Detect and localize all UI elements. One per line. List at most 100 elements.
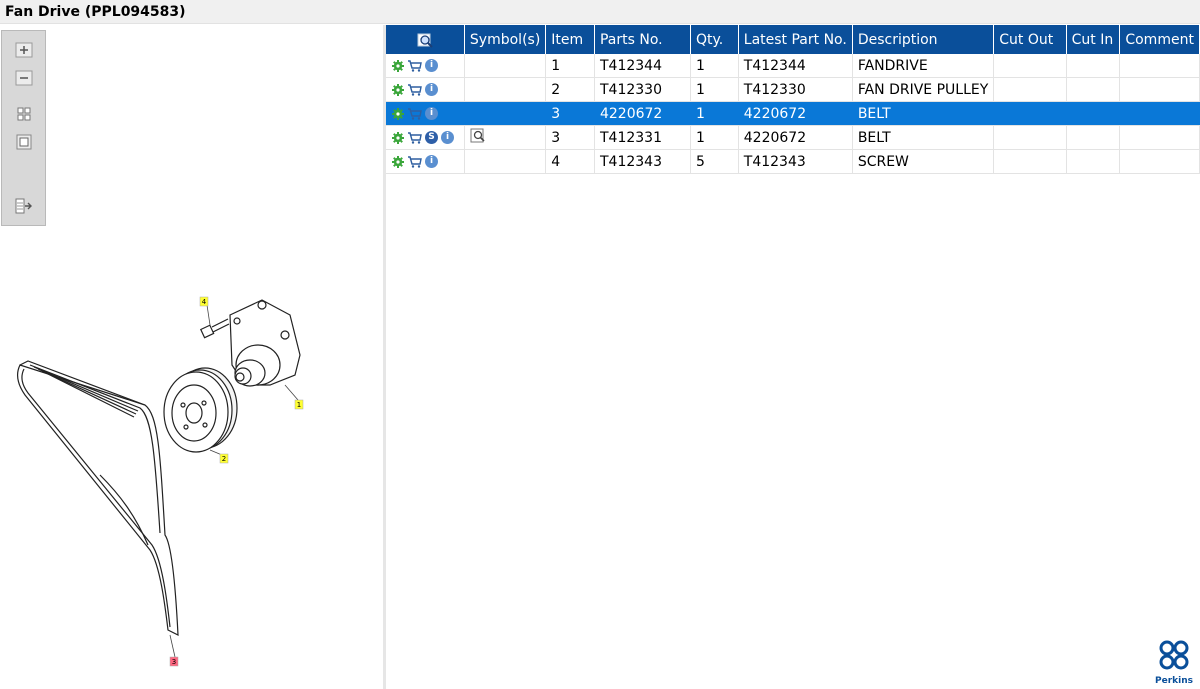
- cell-cut-out: [993, 77, 1067, 102]
- cell-comment: [1119, 149, 1200, 174]
- screw-drawing: [199, 318, 230, 339]
- cell-symbols: [464, 77, 547, 102]
- callout-3[interactable]: 3: [169, 656, 179, 667]
- column-header-cut-in[interactable]: Cut In: [1066, 25, 1121, 54]
- gear-icon: [392, 131, 404, 144]
- diagram-toolbar: [1, 30, 46, 226]
- table-header-row: Symbol(s) Item Parts No. Qty. Latest Par…: [386, 25, 1200, 54]
- callout-4[interactable]: 4: [199, 296, 209, 307]
- cell-item: 3: [545, 125, 595, 150]
- svg-text:3: 3: [172, 658, 176, 666]
- export-button[interactable]: [14, 197, 34, 215]
- cell-symbols: [464, 125, 547, 150]
- cell-latest-part-no: T412344: [738, 54, 853, 78]
- cell-parts-no: T412330: [594, 77, 691, 102]
- cell-parts-no: T412344: [594, 54, 691, 78]
- column-header-comment[interactable]: Comment: [1119, 25, 1200, 54]
- fit-window-icon: [16, 134, 32, 150]
- window-title: Fan Drive (PPL094583): [0, 0, 1200, 24]
- cell-latest-part-no: T412343: [738, 149, 853, 174]
- cell-latest-part-no: T412330: [738, 77, 853, 102]
- column-header-description[interactable]: Description: [852, 25, 995, 54]
- exploded-parts-diagram[interactable]: 4 1 2 3: [0, 245, 383, 689]
- column-header-item[interactable]: Item: [545, 25, 595, 54]
- table-row[interactable]: i 4 T412343 5 T412343 SCREW: [386, 149, 1200, 174]
- cell-cut-in: [1066, 149, 1121, 174]
- column-header-symbols[interactable]: Symbol(s): [464, 25, 547, 54]
- cell-qty: 5: [690, 149, 739, 174]
- cart-icon: [408, 132, 422, 144]
- brand-name: Perkins: [1155, 676, 1193, 686]
- cell-symbols: [464, 101, 547, 126]
- row-actions[interactable]: i: [386, 149, 465, 174]
- table-row[interactable]: i 3 4220672 1 4220672 BELT: [386, 101, 1200, 126]
- svg-text:2: 2: [222, 455, 226, 463]
- table-row[interactable]: i 1 T412344 1 T412344 FANDRIVE: [386, 54, 1200, 78]
- cell-comment: [1119, 125, 1200, 150]
- cart-icon: [408, 60, 422, 72]
- row-actions[interactable]: Si: [386, 125, 465, 150]
- perkins-logo-icon: [1159, 640, 1189, 670]
- info-icon[interactable]: i: [425, 59, 438, 72]
- cell-comment: [1119, 54, 1200, 78]
- cell-item: 1: [545, 54, 595, 78]
- cell-cut-out: [993, 149, 1067, 174]
- info-icon[interactable]: i: [425, 83, 438, 96]
- fit-window-button[interactable]: [14, 133, 34, 151]
- row-actions[interactable]: i: [386, 101, 465, 126]
- cell-item: 3: [545, 101, 595, 126]
- svg-text:4: 4: [202, 298, 207, 306]
- callout-2[interactable]: 2: [219, 453, 229, 464]
- row-actions[interactable]: i: [386, 54, 465, 78]
- zoom-in-button[interactable]: [14, 41, 34, 59]
- svg-text:1: 1: [297, 401, 301, 409]
- cell-symbols: [464, 149, 547, 174]
- cell-cut-out: [993, 101, 1067, 126]
- gear-icon: [392, 83, 404, 96]
- cell-cut-in: [1066, 101, 1121, 126]
- cell-parts-no: T412331: [594, 125, 691, 150]
- parts-table: Symbol(s) Item Parts No. Qty. Latest Par…: [386, 25, 1200, 174]
- column-header-latest-part-no[interactable]: Latest Part No.: [738, 25, 853, 54]
- cell-cut-in: [1066, 54, 1121, 78]
- callout-1[interactable]: 1: [294, 399, 304, 410]
- cell-description: BELT: [852, 125, 995, 150]
- fandrive-drawing: [229, 299, 301, 387]
- gear-icon: [392, 59, 404, 72]
- pulley-drawing: [163, 367, 238, 453]
- table-row[interactable]: i 2 T412330 1 T412330 FAN DRIVE PULLEY: [386, 77, 1200, 102]
- cell-qty: 1: [690, 54, 739, 78]
- zoom-in-icon: [15, 42, 33, 58]
- fit-all-button[interactable]: [14, 105, 34, 123]
- info-icon[interactable]: i: [441, 131, 454, 144]
- cell-item: 4: [545, 149, 595, 174]
- column-header-cut-out[interactable]: Cut Out: [993, 25, 1067, 54]
- supersession-icon[interactable]: S: [425, 131, 438, 144]
- column-header-qty[interactable]: Qty.: [690, 25, 739, 54]
- cell-symbols: [464, 54, 547, 78]
- diagram-pane: 4 1 2 3: [0, 25, 383, 689]
- cell-qty: 1: [690, 125, 739, 150]
- column-header-actions[interactable]: [386, 25, 465, 54]
- cell-latest-part-no: 4220672: [738, 125, 853, 150]
- zoom-out-button[interactable]: [14, 69, 34, 87]
- table-row[interactable]: Si 3 T412331 1 4220672 BELT: [386, 125, 1200, 150]
- gear-icon: [392, 155, 404, 168]
- cell-description: FAN DRIVE PULLEY: [852, 77, 995, 102]
- cell-description: SCREW: [852, 149, 995, 174]
- info-icon[interactable]: i: [425, 155, 438, 168]
- magnifier-icon: [417, 33, 433, 48]
- perkins-logo: Perkins: [1154, 638, 1194, 686]
- cart-icon: [408, 108, 422, 120]
- cart-icon: [408, 156, 422, 168]
- cell-latest-part-no: 4220672: [738, 101, 853, 126]
- cell-cut-out: [993, 54, 1067, 78]
- zoom-out-icon: [15, 70, 33, 86]
- cell-item: 2: [545, 77, 595, 102]
- search-doc-icon[interactable]: [470, 128, 486, 143]
- cell-cut-in: [1066, 125, 1121, 150]
- info-icon[interactable]: i: [425, 107, 438, 120]
- belt-drawing: [16, 360, 179, 636]
- row-actions[interactable]: i: [386, 77, 465, 102]
- column-header-parts-no[interactable]: Parts No.: [594, 25, 691, 54]
